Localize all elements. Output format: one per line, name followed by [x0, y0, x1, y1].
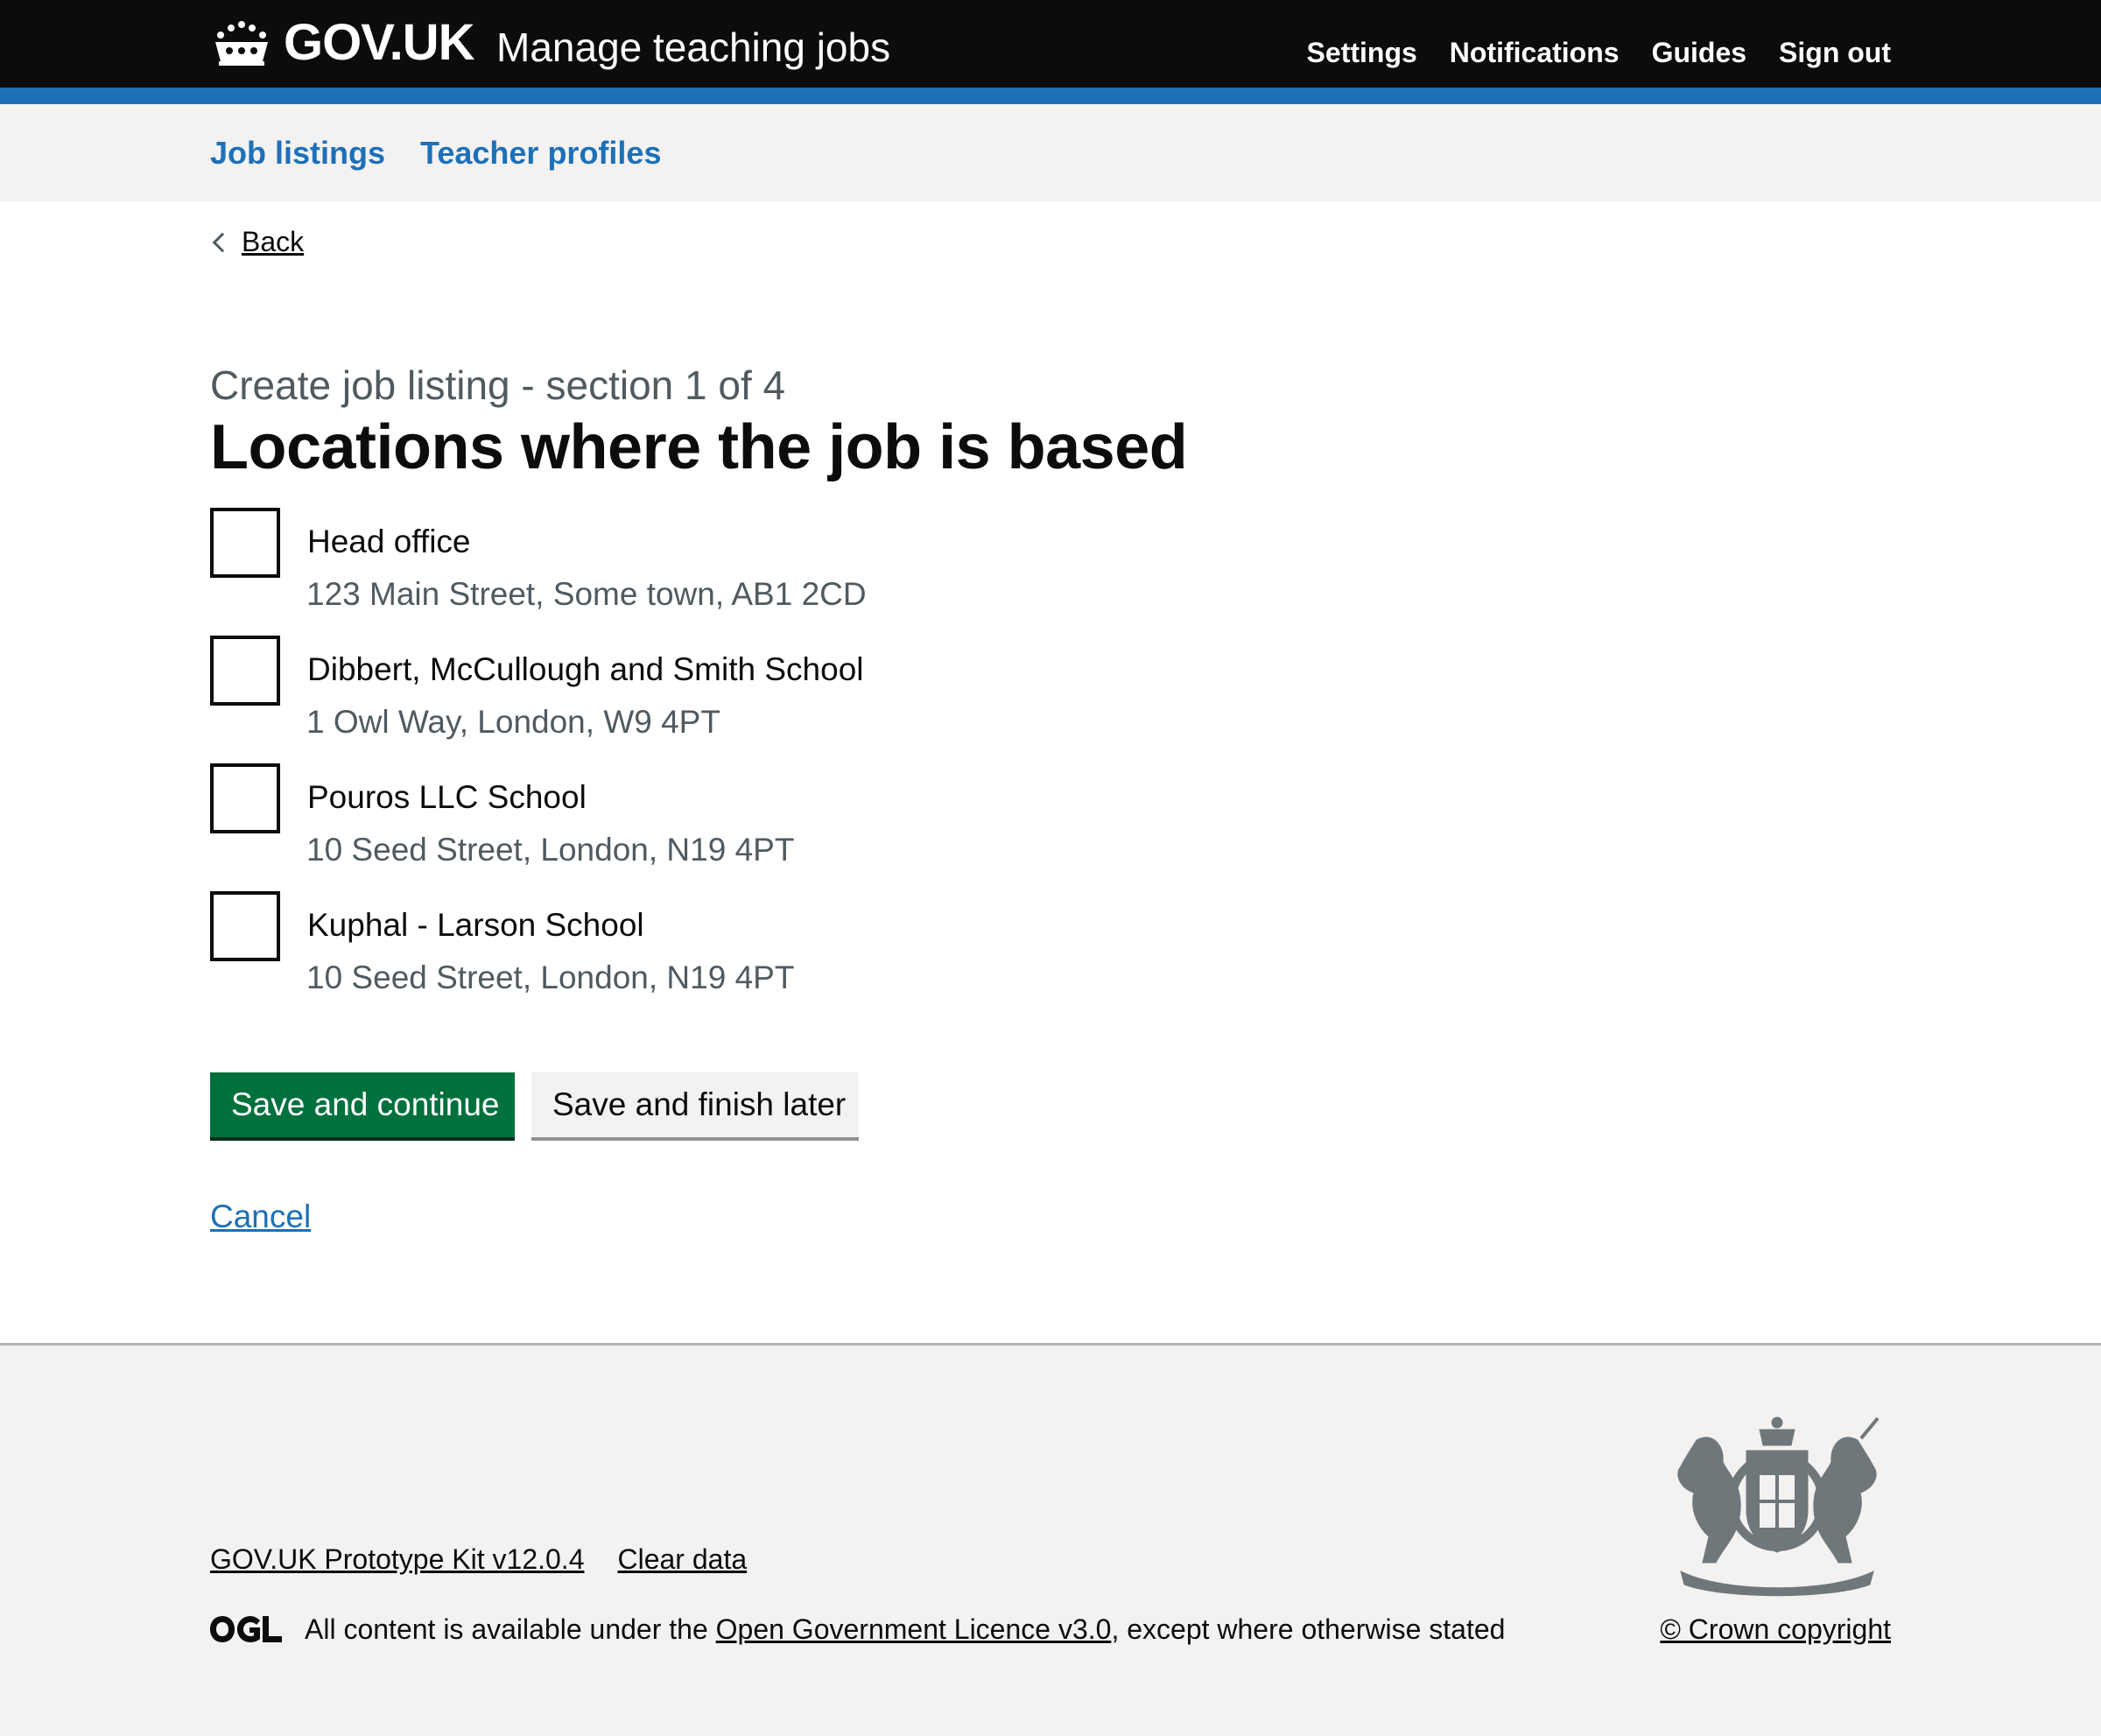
footer-clear-data-link[interactable]: Clear data [617, 1538, 747, 1580]
option-hint: 10 Seed Street, London, N19 4PT [306, 832, 795, 868]
save-and-continue-button[interactable]: Save and continue [210, 1072, 515, 1137]
option-hint: 123 Main Street, Some town, AB1 2CD [306, 576, 867, 612]
crown-icon [215, 21, 268, 66]
header-accent-bar [0, 88, 2101, 104]
option-label[interactable]: Pouros LLC School [307, 776, 587, 819]
option-hint: 10 Seed Street, London, N19 4PT [306, 959, 795, 995]
option-hint: 1 Owl Way, London, W9 4PT [306, 704, 720, 740]
page-caption: Create job listing - section 1 of 4 [210, 362, 786, 408]
secondary-navigation: Job listings Teacher profiles [0, 104, 2101, 201]
tab-job-listings[interactable]: Job listings [210, 130, 385, 176]
tab-teacher-profiles[interactable]: Teacher profiles [420, 130, 661, 176]
nav-settings-link[interactable]: Settings [1307, 32, 1417, 74]
licence-statement: All content is available under the Open … [210, 1608, 1505, 1650]
option-label[interactable]: Dibbert, McCullough and Smith School [307, 648, 864, 692]
site-header: GOV.UK Manage teaching jobs Settings Not… [0, 0, 2101, 88]
nav-notifications-link[interactable]: Notifications [1450, 32, 1620, 74]
chevron-left-icon [212, 232, 233, 252]
location-option-dibbert-school[interactable]: Dibbert, McCullough and Smith School 1 O… [210, 636, 1173, 749]
option-label[interactable]: Kuphal - Larson School [307, 903, 644, 947]
location-option-kuphal-school[interactable]: Kuphal - Larson School 10 Seed Street, L… [210, 891, 1173, 1005]
ogl-logo-icon [210, 1616, 282, 1642]
checkbox[interactable] [210, 636, 280, 706]
back-link-container: Back [210, 226, 304, 258]
logo-text: GOV.UK [284, 13, 474, 71]
checkbox[interactable] [210, 891, 280, 961]
royal-coat-of-arms-icon [1677, 1416, 1880, 1597]
footer-prototype-kit-link[interactable]: GOV.UK Prototype Kit v12.0.4 [210, 1538, 584, 1580]
licence-link[interactable]: Open Government Licence v3.0 [716, 1608, 1112, 1650]
save-and-finish-later-button[interactable]: Save and finish later [531, 1072, 859, 1137]
back-link[interactable]: Back [242, 226, 304, 258]
service-name[interactable]: Manage teaching jobs [496, 23, 890, 72]
govuk-logo-link[interactable]: GOV.UK [210, 14, 474, 71]
header-navigation: Settings Notifications Guides Sign out [1307, 32, 1891, 74]
licence-suffix: , except where otherwise stated [1111, 1613, 1506, 1645]
checkbox[interactable] [210, 508, 280, 578]
site-footer: GOV.UK Prototype Kit v12.0.4 Clear data … [0, 1343, 2101, 1736]
nav-sign-out-link[interactable]: Sign out [1779, 32, 1891, 74]
option-label[interactable]: Head office [307, 520, 471, 564]
location-option-head-office[interactable]: Head office 123 Main Street, Some town, … [210, 508, 1173, 622]
footer-links: GOV.UK Prototype Kit v12.0.4 Clear data [210, 1538, 747, 1580]
crown-copyright-link[interactable]: © Crown copyright [1660, 1608, 1891, 1650]
location-option-pouros-school[interactable]: Pouros LLC School 10 Seed Street, London… [210, 763, 1173, 877]
nav-guides-link[interactable]: Guides [1652, 32, 1746, 74]
licence-prefix: All content is available under the [305, 1613, 716, 1645]
checkbox[interactable] [210, 763, 280, 833]
page-title: Locations where the job is based [210, 412, 1188, 482]
cancel-link[interactable]: Cancel [210, 1191, 311, 1243]
